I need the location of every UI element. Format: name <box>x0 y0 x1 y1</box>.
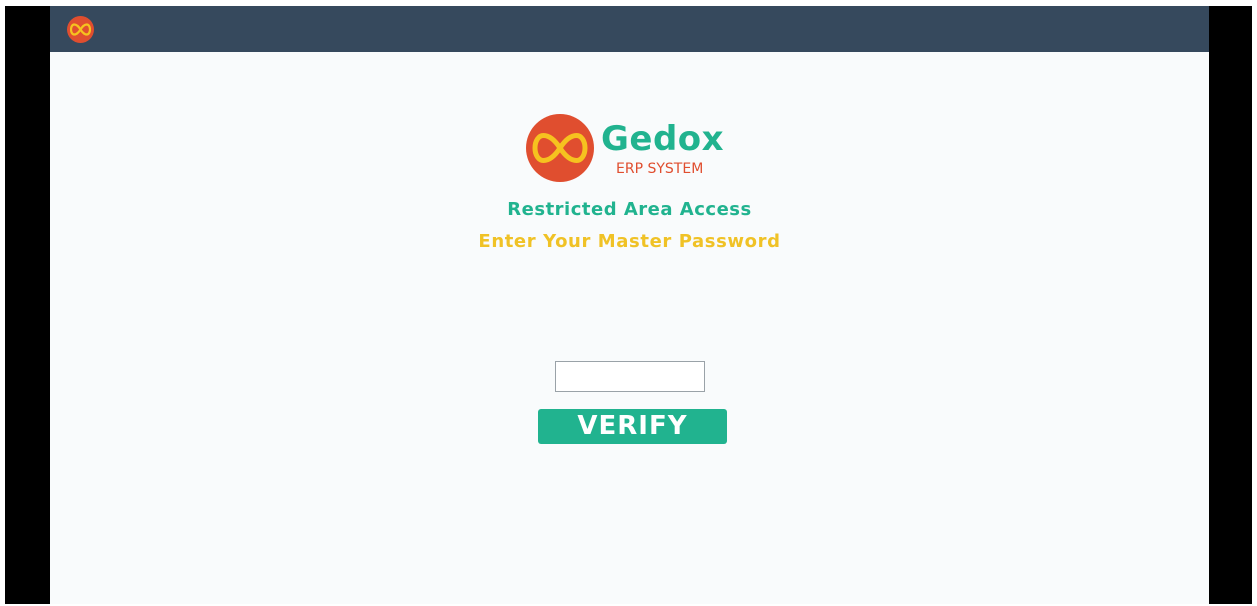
infinity-icon <box>532 132 588 164</box>
brand-logo <box>526 114 594 182</box>
brand-name: Gedox <box>601 119 725 159</box>
topbar-logo[interactable] <box>67 16 94 43</box>
brand-logo-block: Gedox ERP SYSTEM <box>526 114 746 184</box>
brand-subtitle: ERP SYSTEM <box>616 161 704 177</box>
top-bar <box>50 6 1209 52</box>
infinity-icon <box>70 23 91 36</box>
access-heading: Restricted Area Access <box>507 199 752 220</box>
verify-button[interactable]: VERIFY <box>538 409 727 444</box>
app-window: Gedox ERP SYSTEM Restricted Area Access … <box>50 6 1209 604</box>
device-screen: Gedox ERP SYSTEM Restricted Area Access … <box>5 6 1252 604</box>
password-prompt: Enter Your Master Password <box>478 231 781 252</box>
master-password-input[interactable] <box>555 361 705 392</box>
